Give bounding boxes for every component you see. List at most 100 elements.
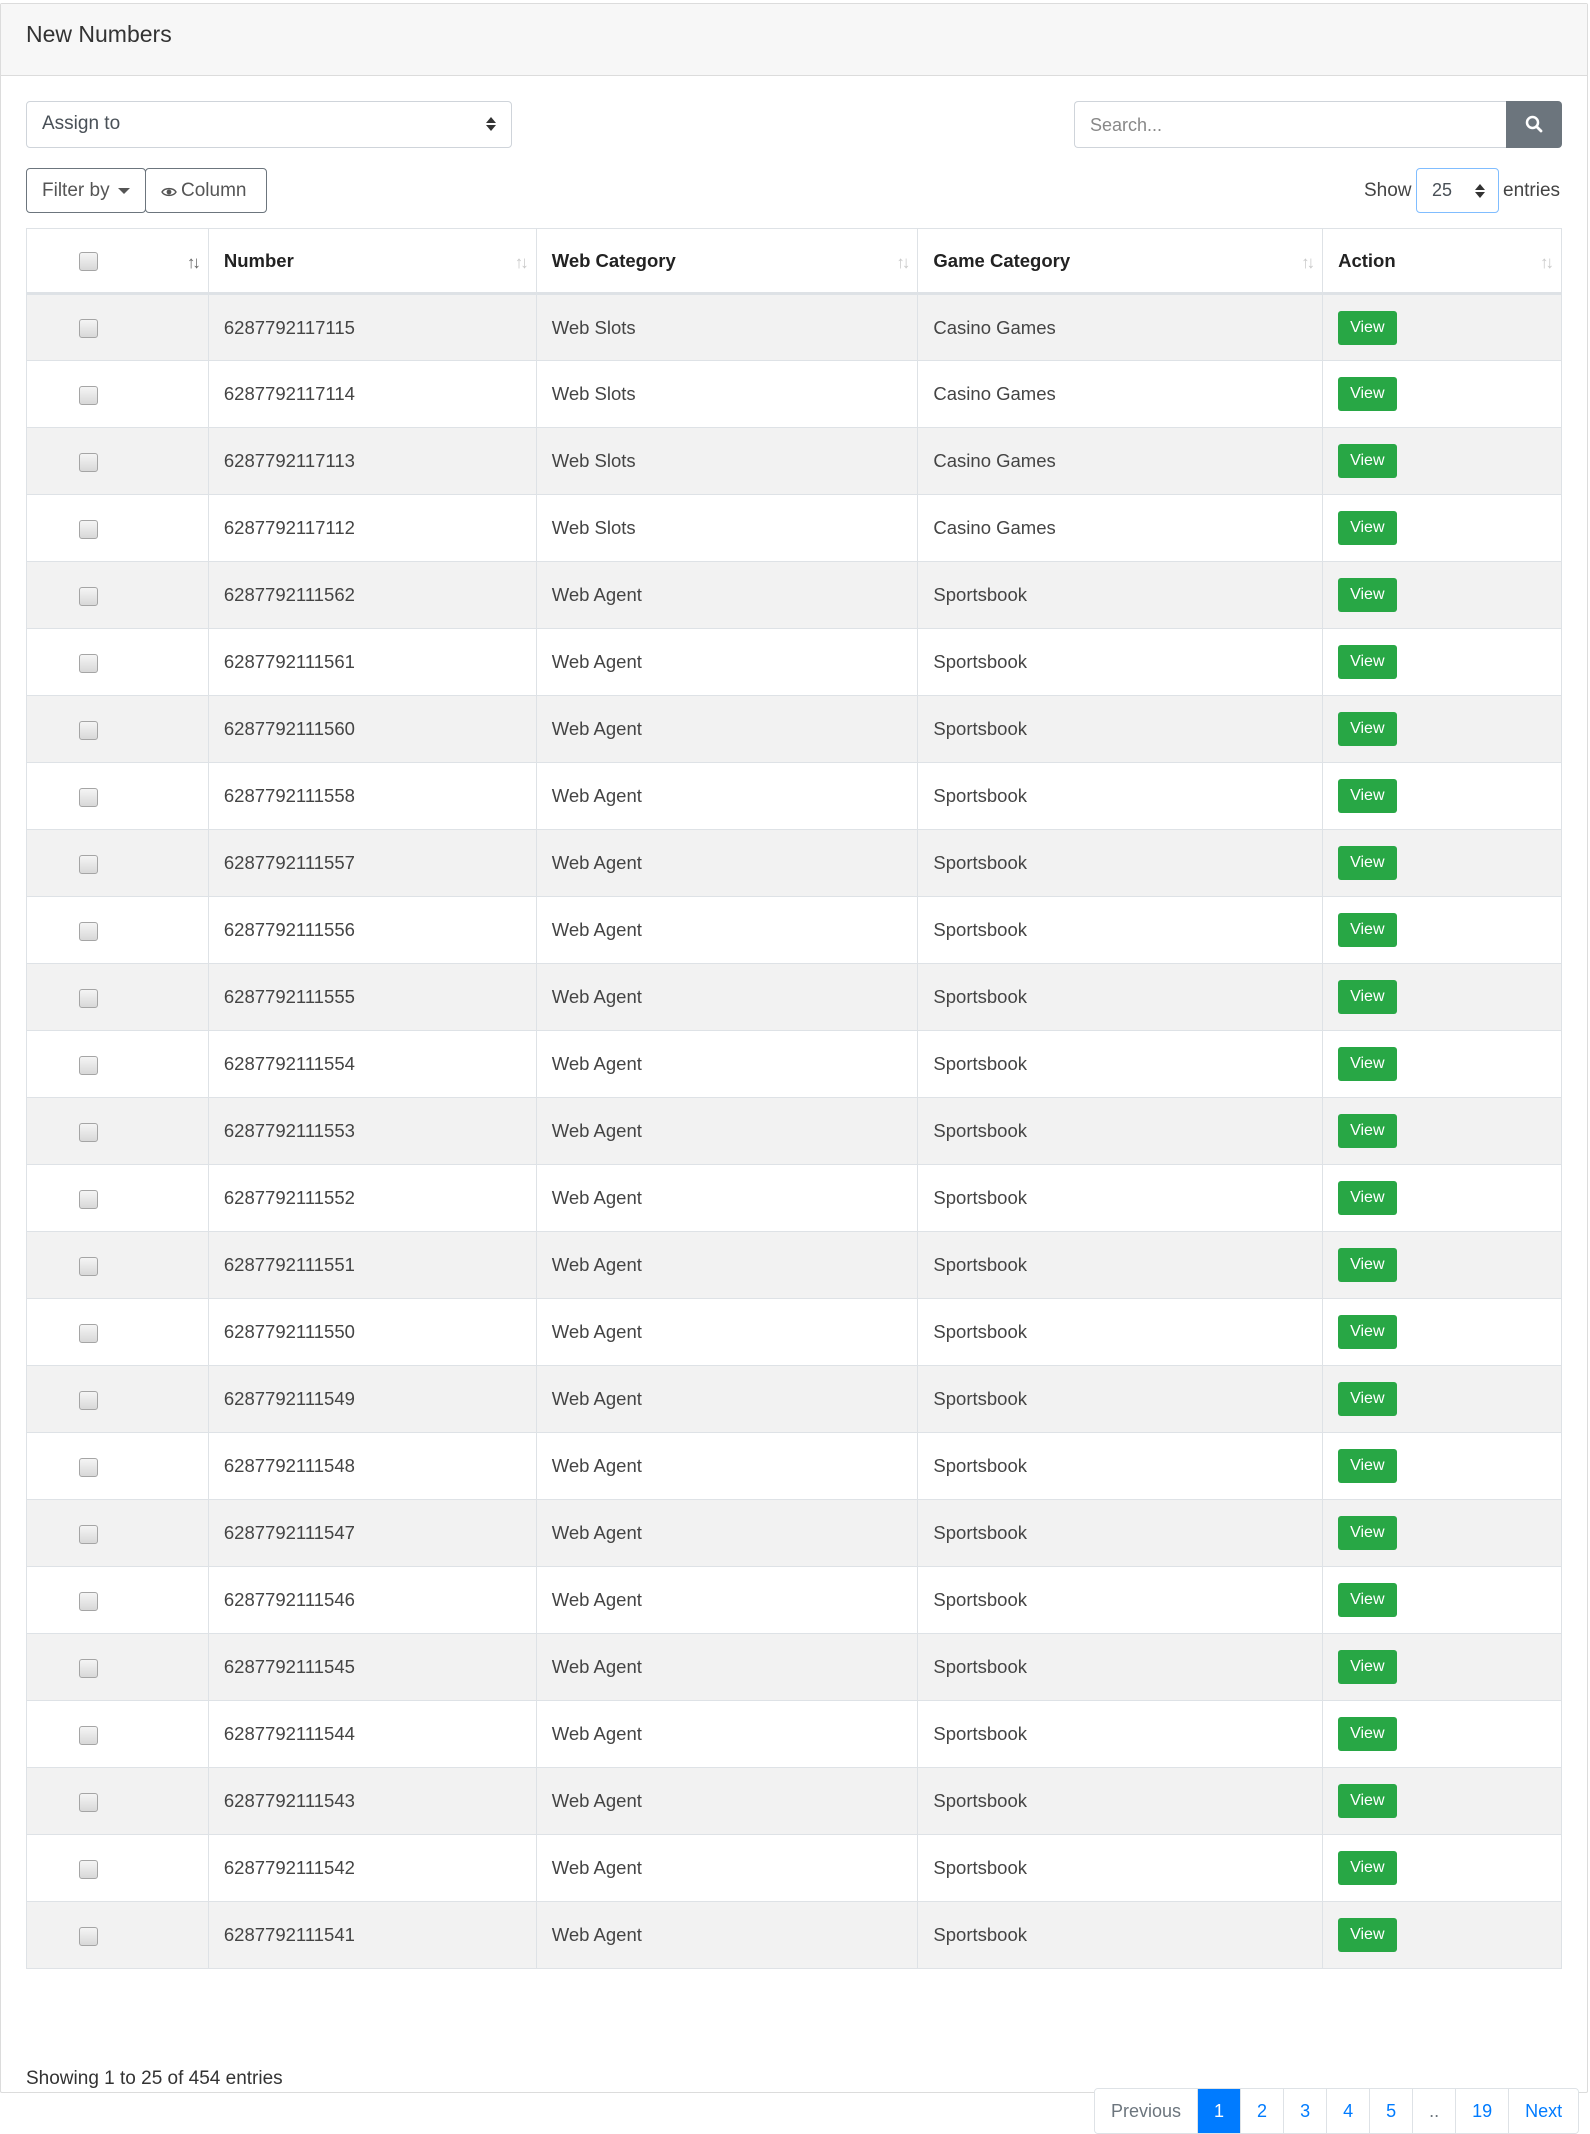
page-button-1[interactable]: 1 <box>1197 2089 1241 2133</box>
next-page-button[interactable]: Next <box>1508 2089 1579 2133</box>
row-checkbox[interactable] <box>79 653 98 673</box>
page-button-3[interactable]: 3 <box>1283 2089 1327 2133</box>
row-checkbox-cell <box>26 293 209 361</box>
filter-by-button[interactable]: Filter by <box>26 168 146 213</box>
view-button[interactable]: View <box>1338 1449 1397 1483</box>
header-web-category-label: Web Category <box>551 249 676 271</box>
view-button[interactable]: View <box>1338 1918 1397 1952</box>
view-button[interactable]: View <box>1338 1583 1397 1617</box>
header-number[interactable]: Number ↑↓ <box>207 228 537 295</box>
row-checkbox[interactable] <box>79 1792 98 1812</box>
view-button[interactable]: View <box>1338 1784 1397 1818</box>
row-checkbox[interactable] <box>79 452 98 472</box>
table-row: 6287792111545 Web Agent Sportsbook View <box>26 1633 1562 1701</box>
action-cell: View <box>1322 293 1562 361</box>
row-checkbox[interactable] <box>79 1122 98 1142</box>
row-checkbox[interactable] <box>79 1859 98 1879</box>
eye-icon <box>161 187 177 197</box>
row-checkbox[interactable] <box>79 720 98 740</box>
search-button[interactable] <box>1506 101 1562 148</box>
header-web-category[interactable]: Web Category ↑↓ <box>535 228 919 295</box>
row-checkbox-cell <box>26 1901 209 1969</box>
sort-icon[interactable]: ↑↓ <box>896 253 910 273</box>
sort-icon[interactable]: ↑↓ <box>187 253 201 273</box>
row-checkbox[interactable] <box>79 1926 98 1946</box>
row-checkbox[interactable] <box>79 1725 98 1745</box>
view-button[interactable]: View <box>1338 980 1397 1014</box>
row-checkbox-cell <box>26 1633 209 1701</box>
page-button-4[interactable]: 4 <box>1326 2089 1370 2133</box>
page-button-5[interactable]: 5 <box>1369 2089 1413 2133</box>
row-checkbox[interactable] <box>79 1256 98 1276</box>
row-checkbox[interactable] <box>79 319 98 339</box>
view-button[interactable]: View <box>1338 846 1397 880</box>
header-select-all[interactable]: ↑↓ <box>26 228 209 295</box>
view-button[interactable]: View <box>1338 1181 1397 1215</box>
view-button[interactable]: View <box>1338 1516 1397 1550</box>
row-checkbox[interactable] <box>79 1658 98 1678</box>
row-checkbox[interactable] <box>79 1390 98 1410</box>
select-all-checkbox[interactable] <box>79 252 98 272</box>
number-cell: 6287792111547 <box>207 1499 537 1567</box>
assign-to-select[interactable]: Assign to <box>26 101 512 148</box>
view-button[interactable]: View <box>1338 913 1397 947</box>
row-checkbox[interactable] <box>79 1055 98 1075</box>
row-checkbox[interactable] <box>79 586 98 606</box>
view-button[interactable]: View <box>1338 1650 1397 1684</box>
row-checkbox[interactable] <box>79 1457 98 1477</box>
view-button[interactable]: View <box>1338 779 1397 813</box>
row-checkbox[interactable] <box>79 1323 98 1343</box>
row-checkbox[interactable] <box>79 385 98 405</box>
game-category-cell: Sportsbook <box>917 1767 1324 1835</box>
page-button-19[interactable]: 19 <box>1455 2089 1509 2133</box>
view-button[interactable]: View <box>1338 1114 1397 1148</box>
number-cell: 6287792111562 <box>207 561 537 629</box>
row-checkbox[interactable] <box>79 787 98 807</box>
web-category-cell: Web Agent <box>535 1030 919 1098</box>
view-button[interactable]: View <box>1338 1717 1397 1751</box>
game-category-cell: Casino Games <box>917 360 1324 428</box>
view-button[interactable]: View <box>1338 511 1397 545</box>
sort-icon[interactable]: ↑↓ <box>515 253 529 273</box>
view-button[interactable]: View <box>1338 1248 1397 1282</box>
row-checkbox[interactable] <box>79 988 98 1008</box>
row-checkbox[interactable] <box>79 1591 98 1611</box>
row-checkbox[interactable] <box>79 1189 98 1209</box>
sort-icon[interactable]: ↑↓ <box>1301 253 1315 273</box>
filter-by-label: Filter by <box>42 180 110 201</box>
web-category-cell: Web Agent <box>535 1834 919 1902</box>
web-category-cell: Web Agent <box>535 1365 919 1433</box>
pagination: Previous 1 2 3 4 5.. 19 Next <box>1094 2088 1580 2134</box>
page-size-select[interactable]: 25 <box>1416 168 1499 213</box>
view-button[interactable]: View <box>1338 1851 1397 1885</box>
action-cell: View <box>1322 762 1562 830</box>
header-action[interactable]: Action ↑↓ <box>1322 228 1562 295</box>
view-button[interactable]: View <box>1338 1047 1397 1081</box>
view-button[interactable]: View <box>1338 310 1397 345</box>
table-row: 6287792111562 Web Agent Sportsbook View <box>26 561 1562 629</box>
sort-icon[interactable]: ↑↓ <box>1540 253 1554 273</box>
row-checkbox[interactable] <box>79 921 98 941</box>
view-button[interactable]: View <box>1338 578 1397 612</box>
page-button-2[interactable]: 2 <box>1240 2089 1284 2133</box>
row-checkbox[interactable] <box>79 1524 98 1544</box>
view-button[interactable]: View <box>1338 1382 1397 1416</box>
view-button[interactable]: View <box>1338 377 1397 411</box>
action-cell: View <box>1322 1901 1562 1969</box>
column-button[interactable]: Column <box>145 168 267 213</box>
search-icon <box>1525 115 1543 133</box>
number-cell: 6287792111545 <box>207 1633 537 1701</box>
header-game-category[interactable]: Game Category ↑↓ <box>917 228 1324 295</box>
game-category-cell: Sportsbook <box>917 1097 1324 1165</box>
view-button[interactable]: View <box>1338 1315 1397 1349</box>
action-cell: View <box>1322 1700 1562 1768</box>
row-checkbox[interactable] <box>79 854 98 874</box>
table-row: 6287792117113 Web Slots Casino Games View <box>26 427 1562 495</box>
previous-page-button[interactable]: Previous <box>1095 2089 1198 2133</box>
search-input[interactable]: Search... <box>1074 101 1506 148</box>
row-checkbox[interactable] <box>79 519 98 539</box>
view-button[interactable]: View <box>1338 712 1397 746</box>
view-button[interactable]: View <box>1338 444 1397 478</box>
view-button[interactable]: View <box>1338 645 1397 679</box>
row-checkbox-cell <box>26 427 209 495</box>
